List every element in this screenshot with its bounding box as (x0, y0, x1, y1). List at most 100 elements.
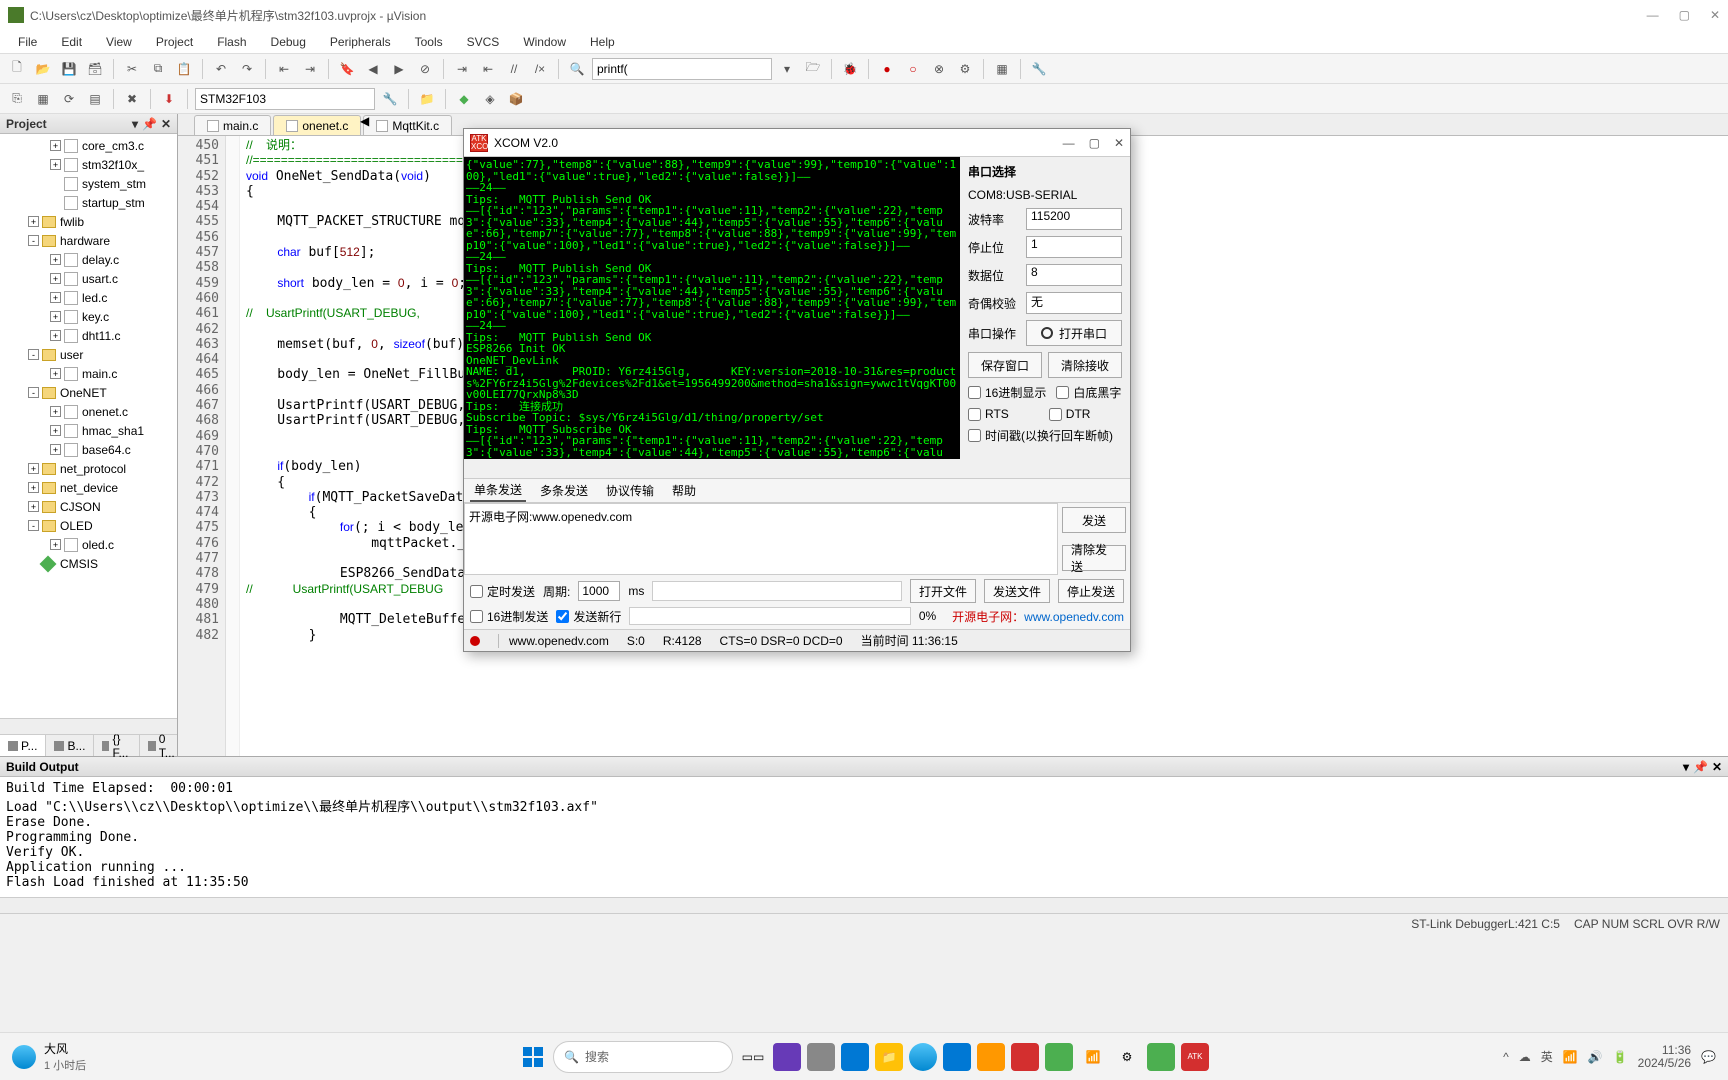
send-textarea[interactable] (464, 503, 1058, 575)
task-view-icon[interactable]: ▭▭ (739, 1043, 767, 1071)
expander-icon[interactable]: + (50, 406, 61, 417)
expander-icon[interactable]: + (50, 539, 61, 550)
tree-node-startup_stm[interactable]: startup_stm (0, 193, 177, 212)
menu-edit[interactable]: Edit (51, 33, 92, 51)
panel-close-icon[interactable]: ✕ (161, 117, 171, 131)
open-file-icon[interactable]: 📂 (32, 58, 54, 80)
open-file-button[interactable]: 打开文件 (910, 579, 976, 603)
xcom-taskbar-icon[interactable]: ATK (1181, 1043, 1209, 1071)
tree-node-cmsis[interactable]: CMSIS (0, 554, 177, 573)
target-options-icon[interactable]: 🔧 (379, 88, 401, 110)
expander-icon[interactable]: + (50, 292, 61, 303)
period-input[interactable] (578, 581, 620, 601)
editor-tab-onenet-c[interactable]: onenet.c (273, 115, 361, 135)
save-icon[interactable]: 💾 (58, 58, 80, 80)
clear-recv-button[interactable]: 清除接收 (1048, 352, 1122, 378)
minimize-button[interactable]: — (1647, 8, 1659, 22)
translate-icon[interactable]: ⎘ (6, 88, 28, 110)
paste-icon[interactable]: 📋 (173, 58, 195, 80)
find-next-icon[interactable]: ▾ (776, 58, 798, 80)
tray-battery-icon[interactable]: 🔋 (1613, 1050, 1628, 1064)
find-in-files-icon[interactable]: 🗁 (802, 58, 824, 80)
save-window-button[interactable]: 保存窗口 (968, 352, 1042, 378)
window-layout-icon[interactable]: ▦ (991, 58, 1013, 80)
app-icon-9[interactable]: ⚙ (1113, 1043, 1141, 1071)
build-icon[interactable]: ▦ (32, 88, 54, 110)
open-port-button[interactable]: 打开串口 (1026, 320, 1122, 346)
expander-icon[interactable]: + (28, 463, 39, 474)
bookmark-icon[interactable]: 🔖 (336, 58, 358, 80)
pack-installer-icon[interactable]: 📦 (505, 88, 527, 110)
expander-icon[interactable]: + (50, 330, 61, 341)
maximize-button[interactable]: ▢ (1679, 8, 1690, 22)
xcom-close-button[interactable]: ✕ (1114, 136, 1124, 150)
bp-disable-icon[interactable]: ○ (902, 58, 924, 80)
tree-node-core_cm3-c[interactable]: +core_cm3.c (0, 136, 177, 155)
file-explorer-icon[interactable]: 📁 (875, 1043, 903, 1071)
expander-icon[interactable]: + (50, 254, 61, 265)
app-icon-4[interactable] (943, 1043, 971, 1071)
tree-node-oled-c[interactable]: +oled.c (0, 535, 177, 554)
stop-send-button[interactable]: 停止发送 (1058, 579, 1124, 603)
timed-send-check[interactable]: 定时发送 (470, 583, 535, 600)
expander-icon[interactable]: + (28, 482, 39, 493)
baud-select[interactable]: 115200 (1026, 208, 1122, 230)
edge-icon[interactable] (909, 1043, 937, 1071)
tree-node-base64-c[interactable]: +base64.c (0, 440, 177, 459)
download-icon[interactable]: ⬇ (158, 88, 180, 110)
expander-icon[interactable]: + (50, 311, 61, 322)
tree-node-net_device[interactable]: +net_device (0, 478, 177, 497)
find-combo[interactable]: printf( (592, 58, 772, 80)
save-all-icon[interactable]: 🗃 (84, 58, 106, 80)
tray-onedrive-icon[interactable]: ☁ (1519, 1050, 1531, 1064)
hex-display-check[interactable]: 16进制显示 (968, 384, 1046, 401)
close-button[interactable]: ✕ (1710, 8, 1720, 22)
panel-dropdown-icon[interactable]: ▾ (132, 117, 138, 131)
build-hscroll[interactable] (0, 897, 1728, 913)
tree-node-onenet-c[interactable]: +onenet.c (0, 402, 177, 421)
app-icon-1[interactable] (773, 1043, 801, 1071)
nav-back-icon[interactable]: ⇤ (273, 58, 295, 80)
send-button[interactable]: 发送 (1062, 507, 1126, 533)
target-select[interactable]: STM32F103 (195, 88, 375, 110)
expander-icon[interactable]: + (50, 159, 61, 170)
panel-tab-1[interactable]: B... (46, 735, 94, 756)
tray-volume-icon[interactable]: 🔊 (1588, 1050, 1603, 1064)
tree-node-key-c[interactable]: +key.c (0, 307, 177, 326)
stop-build-icon[interactable]: ✖ (121, 88, 143, 110)
manage-icon[interactable]: 📁 (416, 88, 438, 110)
undo-icon[interactable]: ↶ (210, 58, 232, 80)
timestamp-check[interactable]: 时间戳(以换行回车断帧) (968, 427, 1122, 444)
bookmark-clear-icon[interactable]: ⊘ (414, 58, 436, 80)
record-icon[interactable] (470, 636, 480, 646)
panel-tab-0[interactable]: P... (0, 735, 46, 756)
expander-icon[interactable]: + (28, 501, 39, 512)
redo-icon[interactable]: ↷ (236, 58, 258, 80)
xcom-tab-3[interactable]: 帮助 (668, 480, 700, 501)
tree-node-net_protocol[interactable]: +net_protocol (0, 459, 177, 478)
xcom-tab-1[interactable]: 多条发送 (536, 480, 592, 501)
menu-debug[interactable]: Debug (261, 33, 316, 51)
newline-check[interactable]: 发送新行 (556, 608, 621, 625)
outdent-icon[interactable]: ⇤ (477, 58, 499, 80)
parity-select[interactable]: 无 (1026, 292, 1122, 314)
expander-icon[interactable]: - (28, 349, 39, 360)
xcom-minimize-button[interactable]: — (1063, 136, 1075, 150)
app-icon-7[interactable] (1045, 1043, 1073, 1071)
menu-tools[interactable]: Tools (405, 33, 453, 51)
tray-chevron-icon[interactable]: ^ (1503, 1050, 1509, 1064)
taskbar-weather[interactable]: 大风 1 小时后 (0, 1040, 98, 1073)
menu-peripherals[interactable]: Peripherals (320, 33, 401, 51)
menu-help[interactable]: Help (580, 33, 625, 51)
fold-column[interactable] (226, 136, 240, 756)
xcom-maximize-button[interactable]: ▢ (1089, 136, 1100, 150)
menu-project[interactable]: Project (146, 33, 203, 51)
menu-file[interactable]: File (8, 33, 47, 51)
bp-kill-icon[interactable]: ⊗ (928, 58, 950, 80)
xcom-tab-0[interactable]: 单条发送 (470, 479, 526, 502)
debug-icon[interactable]: 🐞 (839, 58, 861, 80)
expander-icon[interactable]: + (50, 140, 61, 151)
expander-icon[interactable]: - (28, 235, 39, 246)
copy-icon[interactable]: ⧉ (147, 58, 169, 80)
tree-node-dht11-c[interactable]: +dht11.c (0, 326, 177, 345)
